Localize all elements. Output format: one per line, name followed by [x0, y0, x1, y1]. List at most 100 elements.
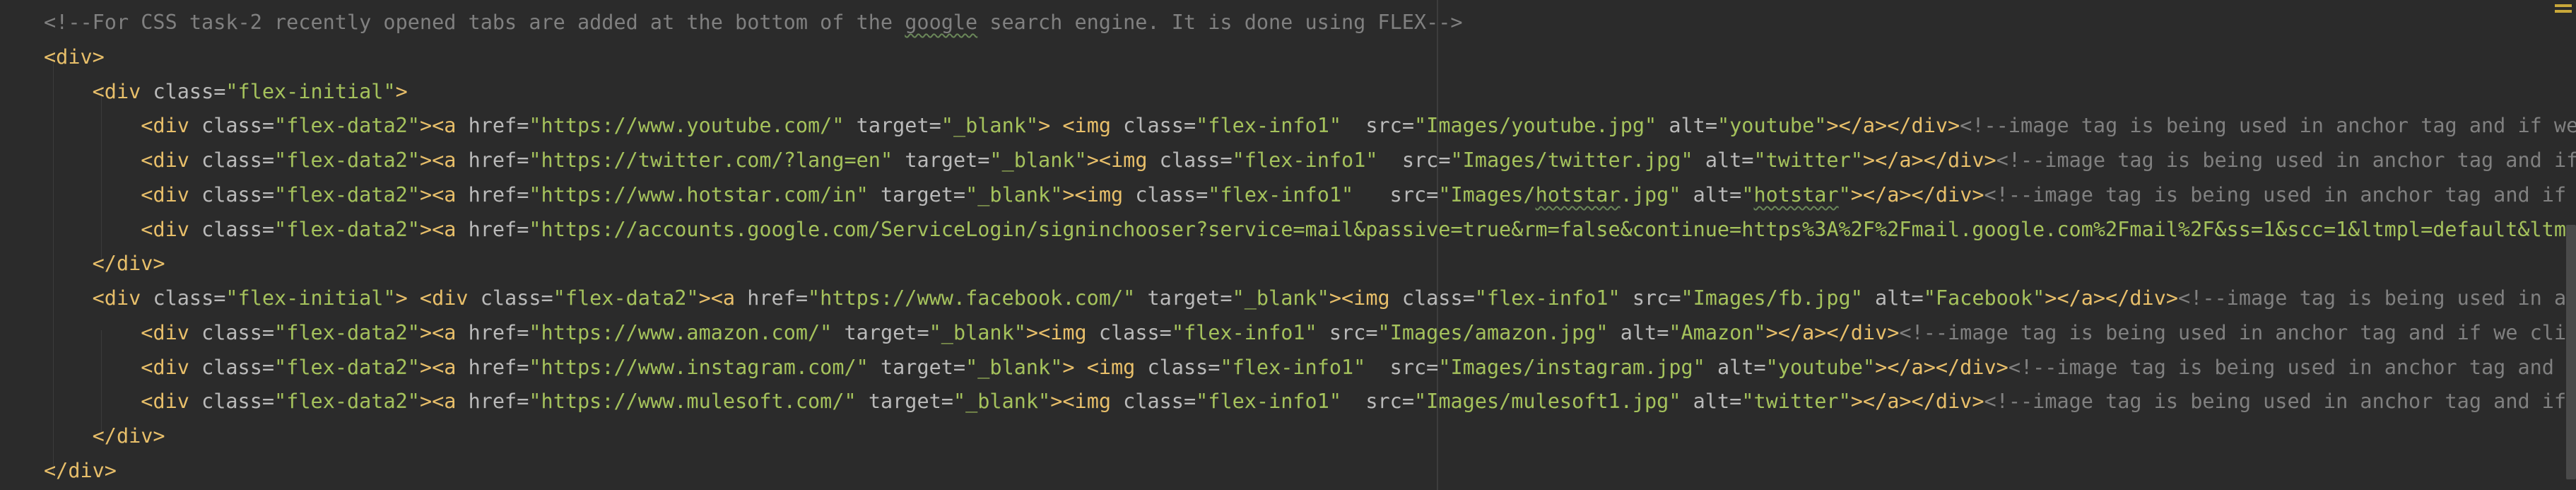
code-line[interactable]: <div class="flex-data2"><a href="https:/… — [44, 350, 2576, 385]
code-token-val: "youtube" — [1717, 114, 1827, 138]
code-line[interactable]: <div class="flex-data2"><a href="https:/… — [44, 177, 2576, 213]
code-token-tag: </div> — [44, 458, 117, 482]
code-token-attr: target= — [856, 114, 941, 138]
code-token-attr: src= — [1632, 286, 1681, 310]
code-token-tag: ></a></div> — [1826, 114, 1960, 138]
code-token-val: "Images/youtube.jpg" — [1414, 114, 1657, 138]
code-token-tag: <div — [141, 320, 202, 344]
code-token-tag — [1693, 148, 1705, 172]
code-token-attr: href= — [468, 148, 529, 172]
code-token-attr: target= — [905, 148, 990, 172]
code-line[interactable]: </div> — [44, 419, 165, 454]
code-token-comment: search engine. It is done using FLEX--> — [977, 11, 1463, 34]
code-token-tag — [1621, 286, 1633, 310]
code-token-val: "flex-data2" — [274, 182, 420, 206]
code-token-val: "https://www.facebook.com/" — [808, 286, 1136, 310]
code-token-val: "flex-info1" — [1171, 320, 1317, 344]
code-line[interactable]: <div class="flex-data2"><a href="https:/… — [44, 143, 2576, 178]
code-token-val: "Images/fb.jpg" — [1681, 286, 1863, 310]
error-stripe-marker[interactable] — [2548, 0, 2576, 17]
code-token-val: "flex-info1" — [1232, 148, 1378, 172]
code-token-attr: src= — [1365, 390, 1414, 414]
code-token-attr: class= — [153, 79, 226, 103]
code-token-val: hotstar — [1535, 182, 1621, 206]
code-token-attr: class= — [1159, 148, 1233, 172]
code-token-attr: target= — [868, 390, 953, 414]
code-token-attr: class= — [1098, 320, 1172, 344]
code-token-tag: ><a — [698, 286, 748, 310]
code-token-val: "flex-data2" — [274, 390, 420, 414]
code-token-tag: <div — [92, 286, 153, 310]
code-token-tag: > <img — [1062, 355, 1148, 379]
code-token-tag: <div — [141, 217, 202, 241]
code-line[interactable]: </div> — [44, 453, 117, 489]
code-line[interactable]: <div class="flex-data2"><a href="https:/… — [44, 108, 2576, 144]
code-token-tag — [1341, 390, 1365, 413]
code-token-val: "https://www.instagram.com/" — [529, 355, 869, 379]
code-token-tag — [1608, 321, 1621, 344]
code-token-attr: href= — [468, 390, 529, 414]
horizontal-scrollbar-thumb[interactable] — [2566, 225, 2576, 479]
code-token-val: "https://www.amazon.com/" — [529, 320, 833, 344]
code-token-val: " — [1741, 182, 1754, 206]
code-token-val: "flex-initial" — [225, 286, 396, 310]
code-token-attr: src= — [1365, 114, 1414, 138]
code-token-val: "flex-data2" — [274, 148, 420, 172]
code-token-val: "flex-initial" — [225, 79, 396, 103]
code-token-tag — [1863, 286, 1875, 310]
code-token-tag: </div> — [92, 424, 165, 448]
code-token-attr: target= — [1147, 286, 1233, 310]
code-line[interactable]: <div> — [44, 40, 105, 75]
code-line[interactable]: <div class="flex-initial"> — [44, 74, 408, 110]
code-token-tag: ><a — [419, 355, 469, 379]
code-token-tag: > — [395, 79, 408, 103]
code-token-tag: <div> — [44, 45, 105, 69]
code-token-attr: target= — [844, 320, 929, 344]
code-token-val: "_blank" — [941, 114, 1039, 138]
code-token-val: "_blank" — [1232, 286, 1329, 310]
code-token-val: "https://www.hotstar.com/in" — [529, 182, 869, 206]
code-token-attr: class= — [1123, 390, 1196, 414]
code-token-attr: alt= — [1717, 355, 1766, 379]
code-token-tag: ><a — [419, 114, 469, 138]
code-token-val: "flex-info1" — [1474, 286, 1621, 310]
code-token-val: "flex-data2" — [274, 217, 420, 241]
code-token-tag: ><a — [419, 182, 469, 206]
code-token-attr: src= — [1401, 148, 1451, 172]
code-token-attr: href= — [468, 355, 529, 379]
code-line[interactable]: <div class="flex-data2"><a href="https:/… — [44, 212, 2576, 247]
code-token-tag: ></a></div> — [1850, 182, 1984, 206]
code-token-tag: ></a></div> — [1850, 390, 1984, 414]
code-token-val: "_blank" — [989, 148, 1087, 172]
code-editor[interactable]: <!--For CSS task-2 recently opened tabs … — [0, 0, 2576, 490]
code-token-tag — [1353, 183, 1389, 206]
code-token-tag: <div — [141, 182, 202, 206]
code-token-tag — [1681, 390, 1693, 413]
code-token-tag: <div — [92, 79, 153, 103]
code-token-tag: ></a></div> — [1875, 355, 2009, 379]
code-token-tag: ><img — [1050, 390, 1124, 414]
code-token-val: "_blank" — [965, 182, 1063, 206]
code-token-attr: target= — [880, 355, 966, 379]
code-line[interactable]: <div class="flex-initial"> <div class="f… — [44, 281, 2576, 316]
code-token-val: "flex-data2" — [274, 355, 420, 379]
code-token-val: "flex-data2" — [274, 320, 420, 344]
code-token-tag — [1705, 356, 1717, 379]
code-token-comment: <!--For CSS task-2 recently opened tabs … — [44, 11, 905, 34]
code-token-tag: ></a></div> — [1862, 148, 1996, 172]
code-token-comment: <!--image tag is being used in anchor ta… — [1996, 148, 2576, 172]
code-token-attr: alt= — [1693, 390, 1742, 414]
code-line[interactable]: </div> — [44, 246, 165, 281]
code-line[interactable]: <!--For CSS task-2 recently opened tabs … — [44, 5, 1463, 40]
code-token-val: "_blank" — [953, 390, 1051, 414]
code-token-val: "twitter" — [1741, 390, 1851, 414]
code-token-val: " — [1838, 182, 1851, 206]
code-line[interactable]: <div class="flex-data2"><a href="https:/… — [44, 384, 2576, 419]
code-token-tag: ><img — [1329, 286, 1402, 310]
code-line[interactable]: <div class="flex-data2"><a href="https:/… — [44, 315, 2576, 351]
code-token-val: "flex-data2" — [274, 114, 420, 138]
